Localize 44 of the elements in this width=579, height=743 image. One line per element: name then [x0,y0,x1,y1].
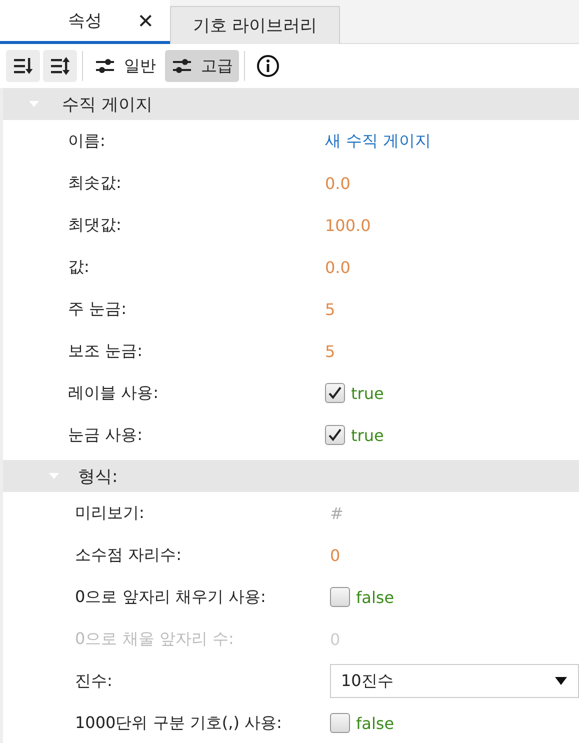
sort-icon [12,55,34,77]
panel-tab[interactable]: 속성 ✕ [0,0,170,44]
property-label: 1000단위 구분 기호(,) 사용: [75,712,283,734]
group-header[interactable]: 형식: [3,460,579,492]
property-label: 레이블 사용: [68,382,160,404]
panel-tab[interactable]: 기호 라이브러리 [170,6,340,44]
property-label: 이름: [68,130,106,152]
property-value: 0.0 [325,258,350,276]
dropdown[interactable]: 10진수 [330,664,579,698]
property-value: 0.0 [325,174,350,192]
property-label: 진수: [75,670,114,692]
info-icon [256,54,280,78]
property-label: 주 눈금: [68,298,128,320]
close-icon[interactable]: ✕ [137,8,154,32]
property-value: 새 수직 게이지 [325,130,432,152]
property-value: # [330,504,344,522]
property-value: false [356,714,394,732]
property-label: 보조 눈금: [68,340,144,362]
property-label: 값: [68,256,90,278]
property-value: 5 [325,300,336,318]
property-label: 소수점 자리수: [75,544,182,566]
checkbox[interactable] [330,713,350,733]
property-label: 미리보기: [75,502,146,524]
property-label: 0으로 채울 앞자리 수: [75,628,235,650]
caret-icon[interactable] [554,676,568,686]
checkbox[interactable] [330,587,350,607]
sort-button[interactable] [6,50,40,82]
property-value: true [351,384,384,402]
property-value: 5 [325,342,336,360]
property-value: 0 [330,546,340,564]
sort-button[interactable] [43,50,77,82]
property-value: true [351,426,384,444]
property-value: 100.0 [325,216,371,234]
group-header[interactable]: 수직 게이지 [3,88,579,120]
property-label: 눈금 사용: [68,424,144,446]
property-value: false [356,588,394,606]
property-label: 0으로 앞자리 채우기 사용: [75,586,267,608]
checkbox[interactable] [325,425,345,445]
view-mode-button[interactable]: 고급 [165,50,239,82]
property-label: 최솟값: [68,172,122,194]
checkbox[interactable] [325,383,345,403]
view-mode-button[interactable]: 일반 [88,50,162,82]
sort-icon [49,55,71,77]
property-label: 최댓값: [68,214,122,236]
